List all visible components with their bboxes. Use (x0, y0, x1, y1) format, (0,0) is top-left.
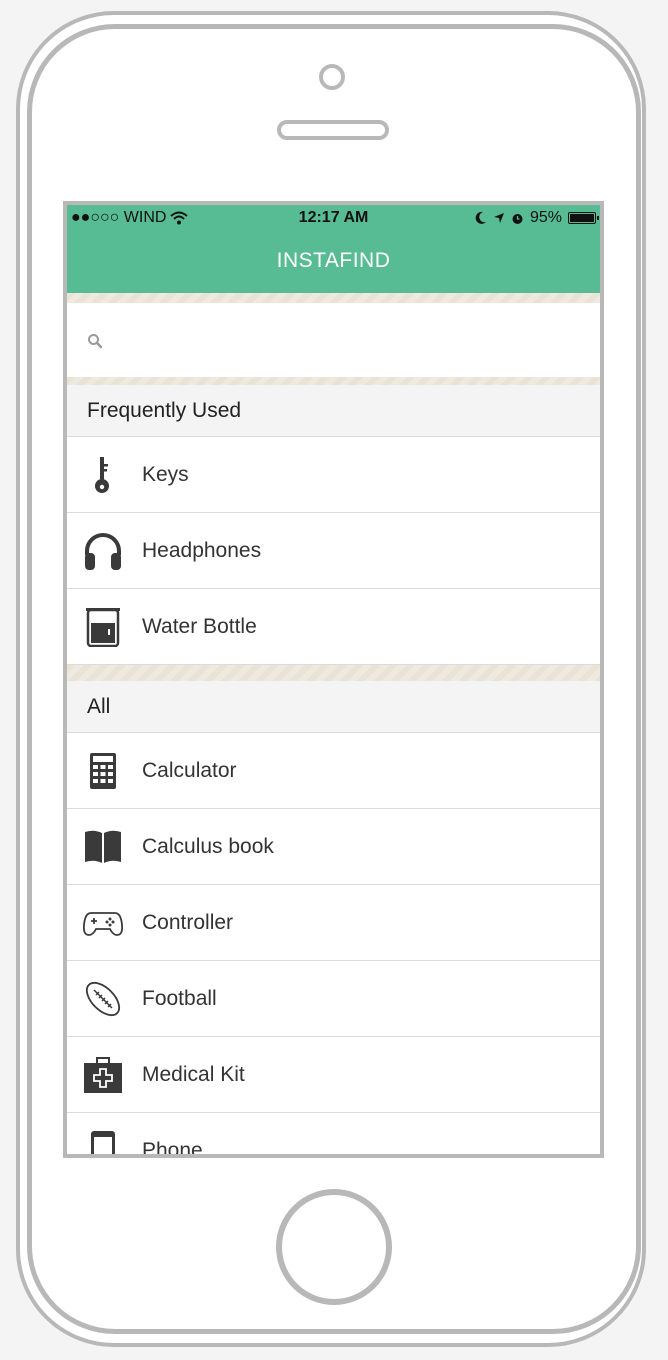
battery-icon (568, 212, 599, 224)
controller-icon (83, 912, 123, 936)
moon-icon (475, 211, 486, 224)
list-item-label: Controller (142, 911, 234, 934)
calculator-icon (90, 753, 116, 789)
front-camera (319, 64, 345, 90)
app-title: INSTAFIND (276, 249, 391, 272)
list-item-label: Medical Kit (142, 1063, 245, 1086)
nav-bar: INSTAFIND (67, 231, 600, 293)
football-icon (85, 981, 121, 1017)
list-item-keys[interactable]: Keys (67, 437, 600, 513)
list-item-calculus-book[interactable]: Calculus book (67, 809, 600, 885)
list-item-label: Keys (142, 463, 189, 486)
list-item-calculator[interactable]: Calculator (67, 733, 600, 809)
battery-percentage: 95% (529, 209, 562, 226)
home-button[interactable] (276, 1189, 392, 1305)
list-item-phone[interactable]: Phone (67, 1113, 600, 1158)
list-item-medical-kit[interactable]: Medical Kit (67, 1037, 600, 1113)
list-item-label: Calculus book (142, 835, 274, 858)
search-icon (88, 334, 103, 349)
status-bar: ●●○○○ WIND 12:17 AM 95% (67, 205, 600, 231)
headphones-icon (85, 533, 121, 570)
book-icon (85, 830, 121, 863)
list-item-label: Football (142, 987, 217, 1010)
background-texture (67, 377, 600, 385)
location-arrow-icon (493, 213, 504, 223)
water-bottle-icon (86, 608, 120, 647)
list-item-label: Headphones (142, 539, 262, 562)
list-item-headphones[interactable]: Headphones (67, 513, 600, 589)
app-screen: ●●○○○ WIND 12:17 AM 95% INSTAFIND Freque… (63, 201, 604, 1158)
phone-icon (91, 1131, 115, 1154)
search-input[interactable] (67, 303, 600, 377)
section-header-all: All (67, 681, 600, 733)
section-header-frequently-used: Frequently Used (67, 385, 600, 437)
list-item-label: Water Bottle (142, 615, 257, 638)
earpiece-speaker (277, 120, 389, 140)
list-item-controller[interactable]: Controller (67, 885, 600, 961)
background-texture (67, 293, 600, 303)
list-item-label: Calculator (142, 759, 237, 782)
list-item-label: Phone (142, 1139, 203, 1158)
list-item-football[interactable]: Football (67, 961, 600, 1037)
background-texture (67, 665, 600, 681)
key-icon (95, 457, 109, 493)
alarm-icon (512, 213, 523, 224)
list-item-water-bottle[interactable]: Water Bottle (67, 589, 600, 665)
medical-kit-icon (84, 1057, 122, 1093)
